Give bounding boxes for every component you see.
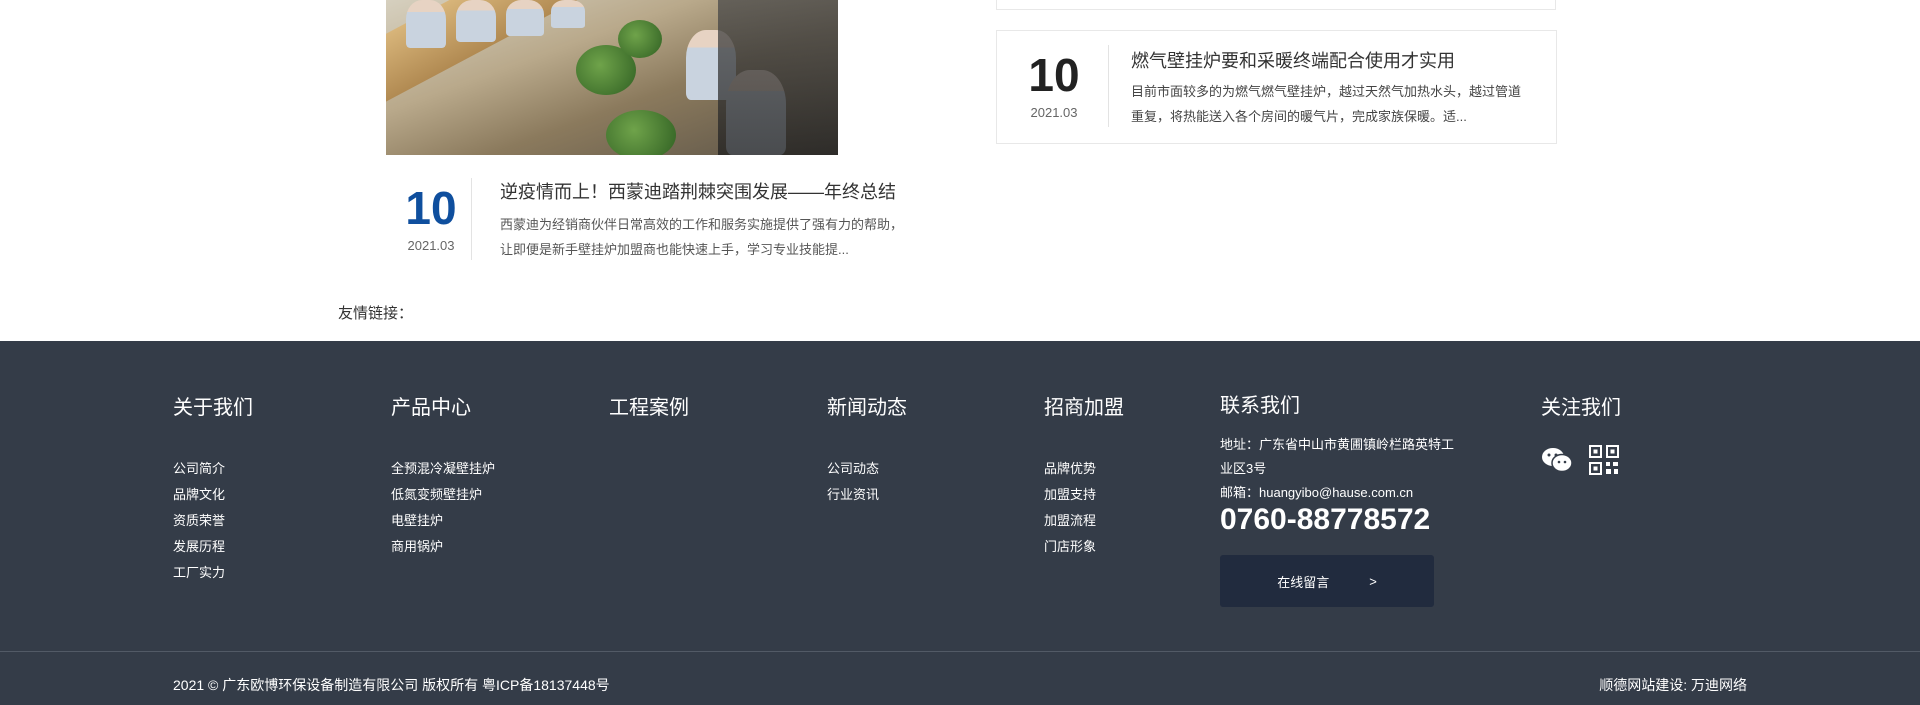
date-divider xyxy=(471,178,472,260)
footer-col-contact: 联系我们 xyxy=(1220,389,1300,418)
date-divider xyxy=(1108,45,1109,127)
news-item-right[interactable]: 10 2021.03 燃气壁挂炉要和采暖终端配合使用才实用 目前市面较多的为燃气… xyxy=(996,30,1557,144)
online-message-button[interactable]: 在线留言 > xyxy=(1220,555,1434,607)
footer-col-cases: 工程案例 xyxy=(609,391,689,420)
contact-title: 联系我们 xyxy=(1220,395,1300,417)
footer-link[interactable]: 资质荣誉 xyxy=(173,508,225,534)
qrcode-icon[interactable] xyxy=(1589,445,1619,480)
footer-link[interactable]: 电壁挂炉 xyxy=(391,508,495,534)
footer-col-title[interactable]: 工程案例 xyxy=(609,391,689,420)
footer-link[interactable]: 品牌文化 xyxy=(173,482,225,508)
footer-col-follow: 关注我们 xyxy=(1541,391,1621,420)
news-year-month: 2021.03 xyxy=(407,238,455,253)
footer-link[interactable]: 加盟流程 xyxy=(1044,508,1096,534)
chevron-right-icon: > xyxy=(1369,573,1377,589)
news-item-left[interactable]: 10 2021.03 逆疫情而上！西蒙迪踏荆棘突围发展——年终总结 西蒙迪为经销… xyxy=(386,170,926,270)
contact-phone: 0760-88778572 xyxy=(1220,503,1431,536)
footer-link[interactable]: 工厂实力 xyxy=(173,560,225,586)
footer-col-title[interactable]: 产品中心 xyxy=(391,391,471,420)
footer-link[interactable]: 行业资讯 xyxy=(827,482,879,508)
footer-link[interactable]: 加盟支持 xyxy=(1044,482,1096,508)
news-summary: 目前市面较多的为燃气燃气壁挂炉，越过天然气加热水头，越过管道重复，将热能送入各个… xyxy=(1131,84,1522,124)
site-footer: 关于我们 公司简介 品牌文化 资质荣誉 发展历程 工厂实力 产品中心 全预混冷凝… xyxy=(0,341,1920,705)
news-card-top xyxy=(996,0,1556,10)
news-date: 10 2021.03 xyxy=(386,182,476,253)
footer-divider xyxy=(0,651,1920,652)
footer-link[interactable]: 发展历程 xyxy=(173,534,225,560)
copyright-text: 2021 © 广东欧博环保设备制造有限公司 版权所有 粤ICP备18137448… xyxy=(173,677,610,693)
footer-col-news: 新闻动态 公司动态 行业资讯 xyxy=(827,391,907,502)
footer-col-title[interactable]: 新闻动态 xyxy=(827,391,907,420)
contact-address: 地址：广东省中山市黄圃镇岭栏路英特工业区3号 xyxy=(1220,437,1455,476)
footer-col-title[interactable]: 招商加盟 xyxy=(1044,391,1124,420)
news-day: 10 xyxy=(1028,49,1080,101)
footer-link[interactable]: 公司动态 xyxy=(827,456,879,482)
footer-link[interactable]: 全预混冷凝壁挂炉 xyxy=(391,456,495,482)
wechat-icon[interactable] xyxy=(1541,446,1573,479)
footer-col-franchise: 招商加盟 品牌优势 加盟支持 加盟流程 门店形象 xyxy=(1044,391,1124,554)
footer-col-products: 产品中心 全预混冷凝壁挂炉 低氮变频壁挂炉 电壁挂炉 商用锅炉 xyxy=(391,391,495,554)
footer-col-title[interactable]: 关于我们 xyxy=(173,391,253,420)
news-year-month: 2021.03 xyxy=(1030,105,1078,120)
footer-link[interactable]: 门店形象 xyxy=(1044,534,1096,560)
footer-link[interactable]: 品牌优势 xyxy=(1044,456,1096,482)
friend-links-label: 友情链接： xyxy=(338,305,414,322)
footer-link[interactable]: 公司简介 xyxy=(173,456,225,482)
online-message-label: 在线留言 xyxy=(1277,574,1330,590)
follow-icons xyxy=(1541,445,1619,480)
footer-col-about: 关于我们 公司简介 品牌文化 资质荣誉 发展历程 工厂实力 xyxy=(173,391,253,580)
news-title[interactable]: 逆疫情而上！西蒙迪踏荆棘突围发展——年终总结 xyxy=(500,178,896,204)
site-builder-link[interactable]: 顺德网站建设: 万迪网络 xyxy=(1599,675,1747,695)
footer-link[interactable]: 商用锅炉 xyxy=(391,534,495,560)
news-image[interactable] xyxy=(386,0,838,155)
footer-link[interactable]: 低氮变频壁挂炉 xyxy=(391,482,495,508)
news-summary: 西蒙迪为经销商伙伴日常高效的工作和服务实施提供了强有力的帮助，让即便是新手壁挂炉… xyxy=(500,217,904,257)
follow-title: 关注我们 xyxy=(1541,397,1621,419)
news-date: 10 2021.03 xyxy=(1009,49,1099,120)
contact-email: 邮箱：huangyibo@hause.com.cn xyxy=(1220,485,1414,500)
news-title[interactable]: 燃气壁挂炉要和采暖终端配合使用才实用 xyxy=(1131,47,1455,73)
news-day: 10 xyxy=(405,182,457,234)
